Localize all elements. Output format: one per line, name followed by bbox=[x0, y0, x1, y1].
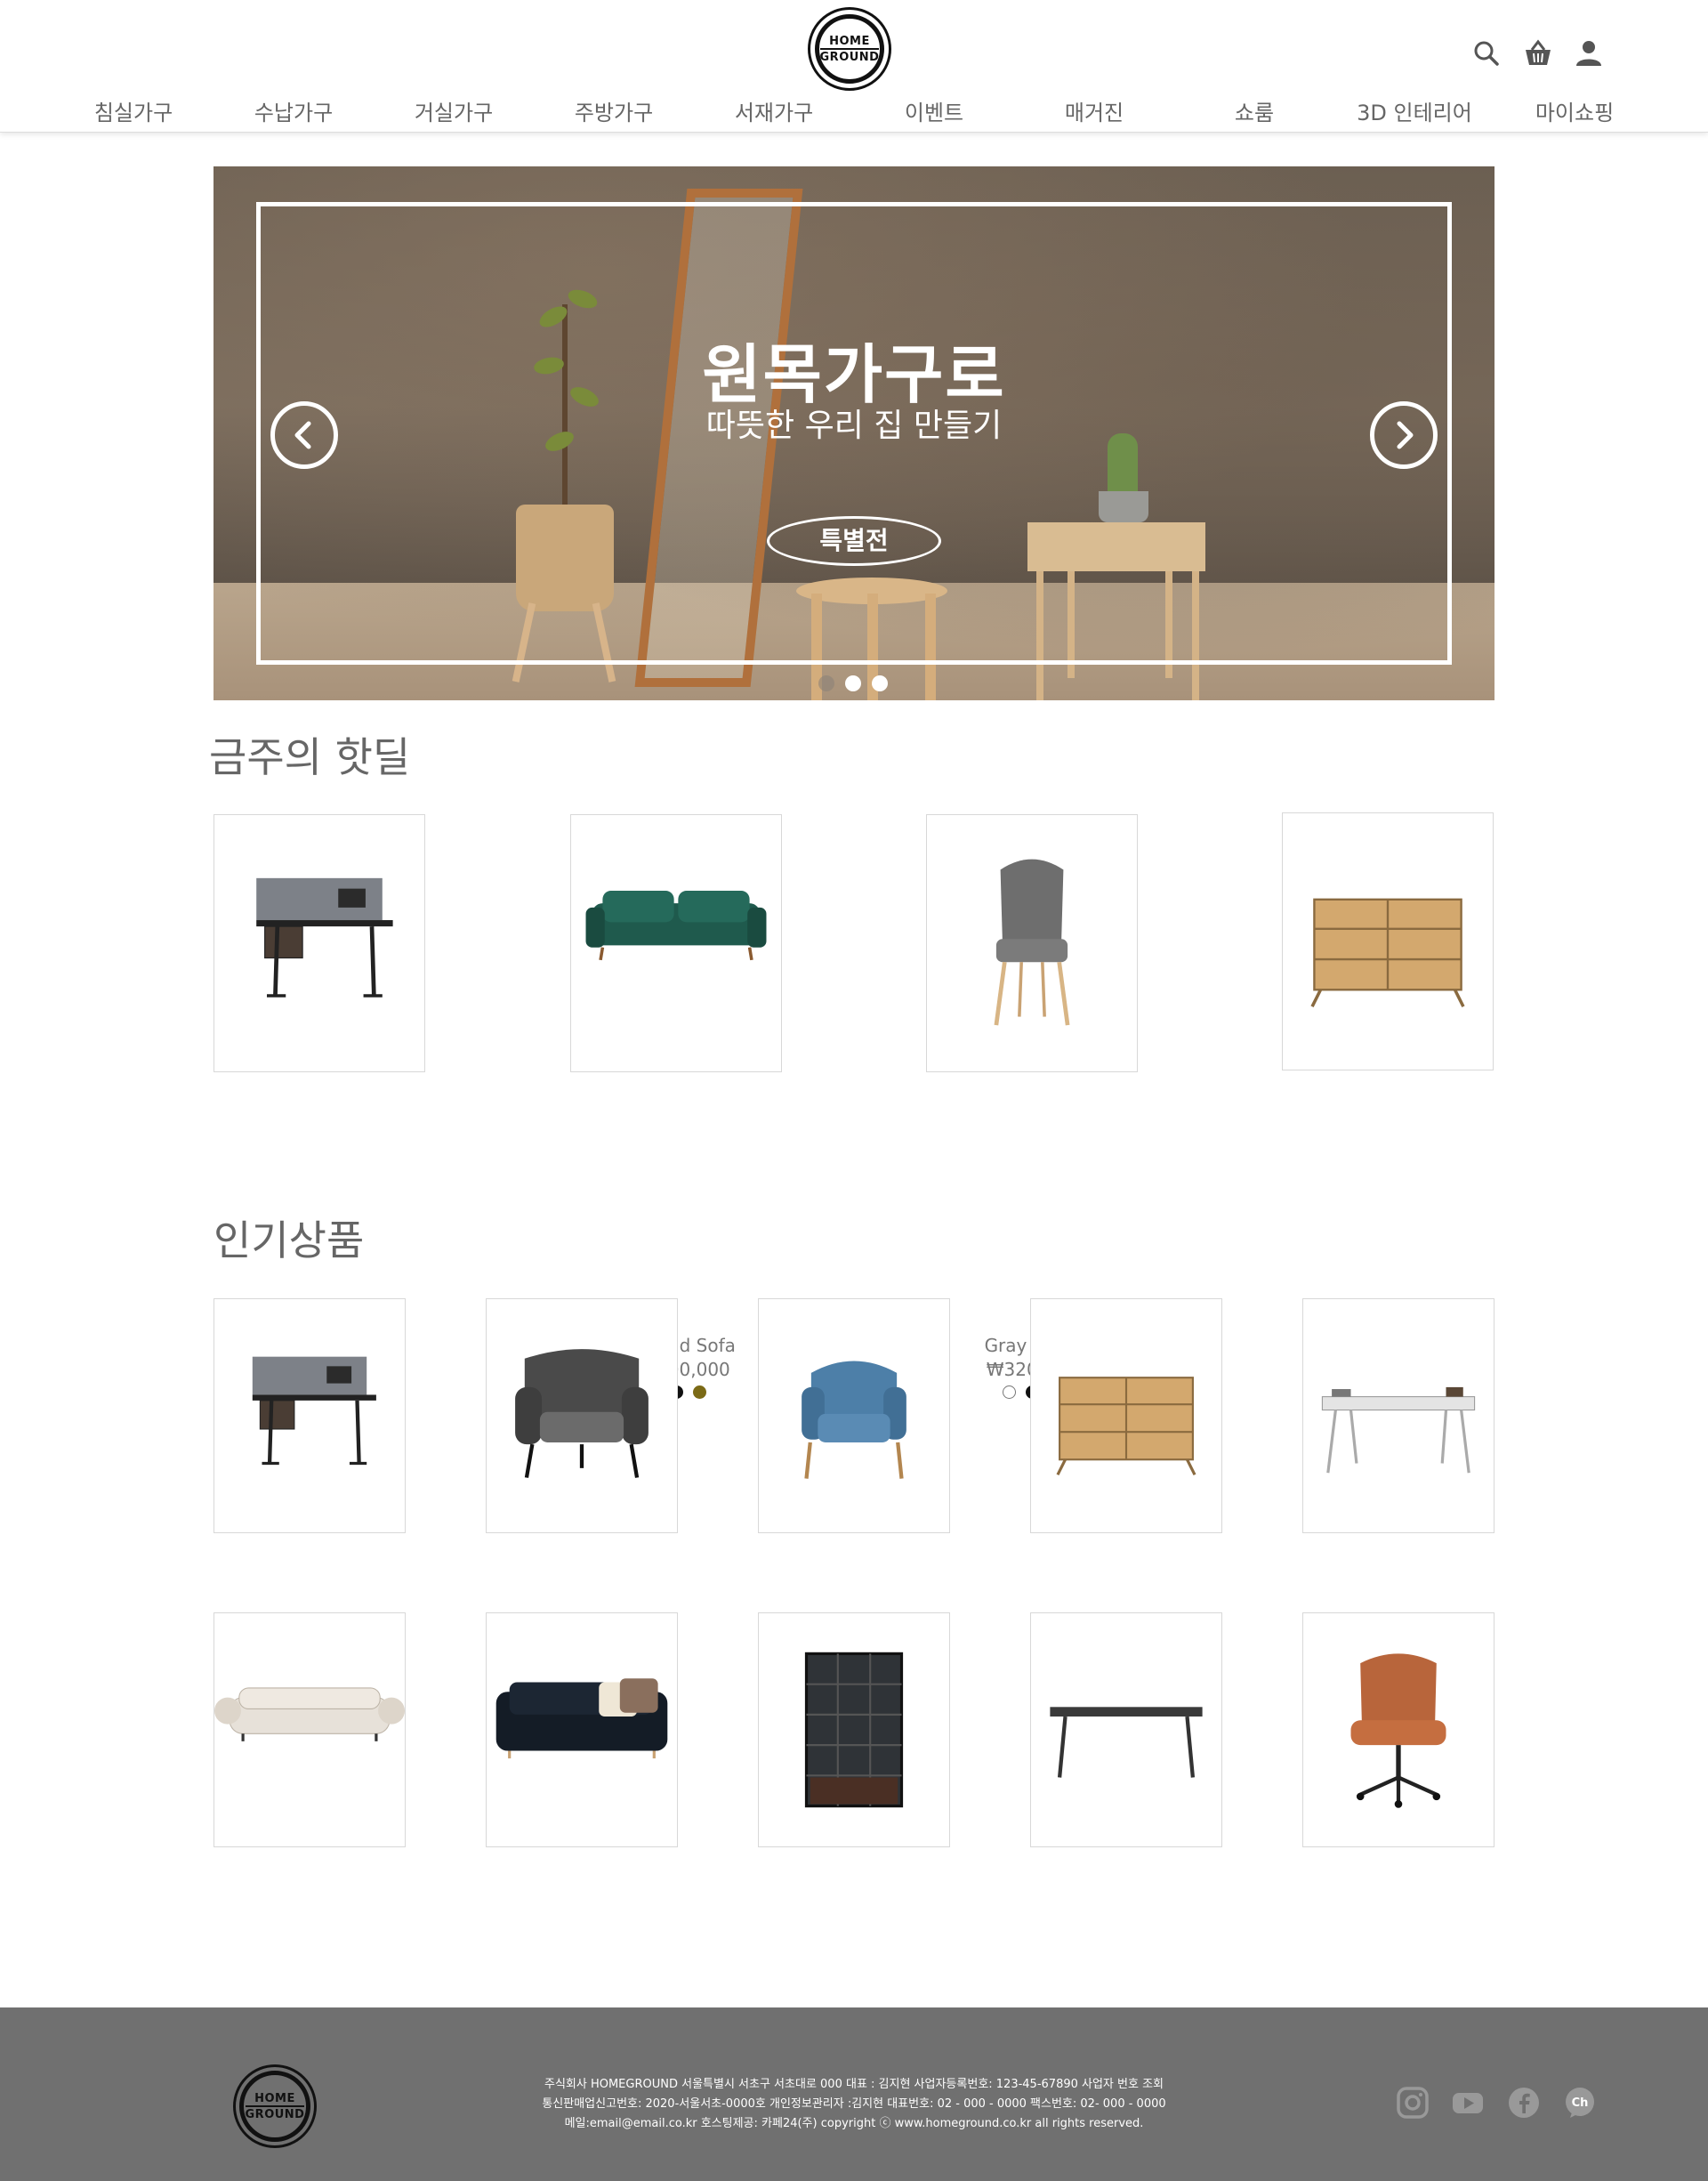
next-slide-button[interactable] bbox=[1370, 401, 1438, 469]
logo-text-bottom: GROUND bbox=[245, 2104, 305, 2121]
user-icon[interactable] bbox=[1573, 37, 1608, 73]
channel-icon-label: Ch bbox=[1572, 2096, 1589, 2110]
product-image bbox=[1050, 1707, 1203, 1778]
product-card[interactable] bbox=[570, 814, 782, 1072]
nav-item-storage[interactable]: 수납가구 bbox=[214, 95, 374, 126]
product-card[interactable] bbox=[758, 1298, 950, 1533]
company-info-line: 메일:email@email.co.kr 호스팅제공: 카페24(주) copy… bbox=[564, 2117, 1144, 2130]
nav-item-living[interactable]: 거실가구 bbox=[374, 95, 534, 126]
site-footer: HOME GROUND 주식회사 HOMEGROUND 서울특별시 서초구 서초… bbox=[0, 2007, 1708, 2181]
product-card[interactable] bbox=[926, 814, 1138, 1072]
nav-item-event[interactable]: 이벤트 bbox=[854, 95, 1014, 126]
nav-item-magazine[interactable]: 매거진 bbox=[1014, 95, 1174, 126]
product-image bbox=[214, 1687, 405, 1741]
nav-item-myshopping[interactable]: 마이쇼핑 bbox=[1494, 95, 1655, 126]
basket-icon[interactable] bbox=[1522, 37, 1558, 73]
product-card[interactable] bbox=[1282, 812, 1494, 1070]
slide-indicators bbox=[818, 675, 890, 693]
instagram-icon[interactable] bbox=[1396, 2086, 1430, 2120]
product-card[interactable] bbox=[1302, 1612, 1494, 1847]
product-card[interactable] bbox=[1302, 1298, 1494, 1533]
product-image bbox=[994, 859, 1070, 1026]
search-icon[interactable] bbox=[1470, 37, 1506, 73]
channel-icon[interactable]: Ch bbox=[1563, 2086, 1597, 2120]
company-info-line: 주식회사 HOMEGROUND 서울특별시 서초구 서초대로 000 대표 : … bbox=[544, 2078, 1164, 2091]
product-image bbox=[1310, 898, 1465, 1007]
product-card[interactable] bbox=[486, 1612, 678, 1847]
product-card[interactable] bbox=[214, 1612, 406, 1847]
slide-dot[interactable] bbox=[818, 675, 834, 691]
company-info-line: 통신판매업신고번호: 2020-서울서초-0000호 개인정보관리자 :김지현 … bbox=[542, 2097, 1166, 2111]
product-card[interactable] bbox=[758, 1612, 950, 1847]
nav-item-showroom[interactable]: 쇼룸 bbox=[1174, 95, 1334, 126]
product-image bbox=[802, 1361, 906, 1479]
popular-title: 인기상품 bbox=[214, 1216, 365, 1264]
product-image bbox=[804, 1652, 904, 1808]
product-image bbox=[1350, 1653, 1446, 1808]
hero-banner: 원목가구로 따뜻한 우리 집 만들기 특별전 bbox=[214, 166, 1494, 700]
footer-logo-ring: HOME GROUND bbox=[239, 2071, 310, 2142]
product-image bbox=[515, 1349, 649, 1478]
product-image bbox=[585, 891, 767, 961]
company-info: 주식회사 HOMEGROUND 서울특별시 서초구 서초대로 000 대표 : … bbox=[463, 2075, 1245, 2134]
product-image bbox=[1321, 1386, 1476, 1474]
swatch-white[interactable] bbox=[1002, 1385, 1016, 1399]
main-nav: 침실가구 수납가구 거실가구 주방가구 서재가구 이벤트 매거진 쇼룸 3D 인… bbox=[0, 95, 1708, 131]
product-image bbox=[495, 1678, 668, 1759]
swatch-olive[interactable] bbox=[692, 1385, 706, 1399]
product-image bbox=[256, 877, 393, 998]
product-image bbox=[1056, 1377, 1196, 1476]
nav-item-bedroom[interactable]: 침실가구 bbox=[53, 95, 214, 126]
special-event-button[interactable]: 특별전 bbox=[767, 516, 941, 566]
nav-item-study[interactable]: 서재가구 bbox=[694, 95, 854, 126]
hero-subtitle: 따뜻한 우리 집 만들기 bbox=[705, 408, 1003, 444]
product-card[interactable] bbox=[486, 1298, 678, 1533]
facebook-icon[interactable] bbox=[1507, 2086, 1541, 2120]
header-utility-icons bbox=[0, 37, 1708, 73]
logo-text-top: HOME bbox=[254, 2091, 295, 2105]
prev-slide-button[interactable] bbox=[270, 401, 338, 469]
footer-logo[interactable]: HOME GROUND bbox=[233, 2064, 317, 2148]
nav-item-kitchen[interactable]: 주방가구 bbox=[534, 95, 694, 126]
product-card[interactable] bbox=[1030, 1612, 1222, 1847]
product-image bbox=[252, 1356, 376, 1466]
chevron-left-icon bbox=[294, 421, 311, 449]
product-card[interactable] bbox=[1030, 1298, 1222, 1533]
product-card[interactable] bbox=[214, 1298, 406, 1533]
nav-item-3d-interior[interactable]: 3D 인테리어 bbox=[1334, 95, 1494, 126]
product-card[interactable] bbox=[214, 814, 425, 1072]
slide-dot[interactable] bbox=[845, 675, 861, 691]
youtube-icon[interactable] bbox=[1451, 2086, 1485, 2120]
chevron-right-icon bbox=[1397, 421, 1414, 449]
hot-deals-title: 금주의 핫딜 bbox=[209, 733, 411, 781]
site-header: HOME GROUND 침실가구 수납가구 거실가구 주방가구 서재가구 이벤트… bbox=[0, 0, 1708, 133]
slide-dot[interactable] bbox=[872, 675, 888, 691]
